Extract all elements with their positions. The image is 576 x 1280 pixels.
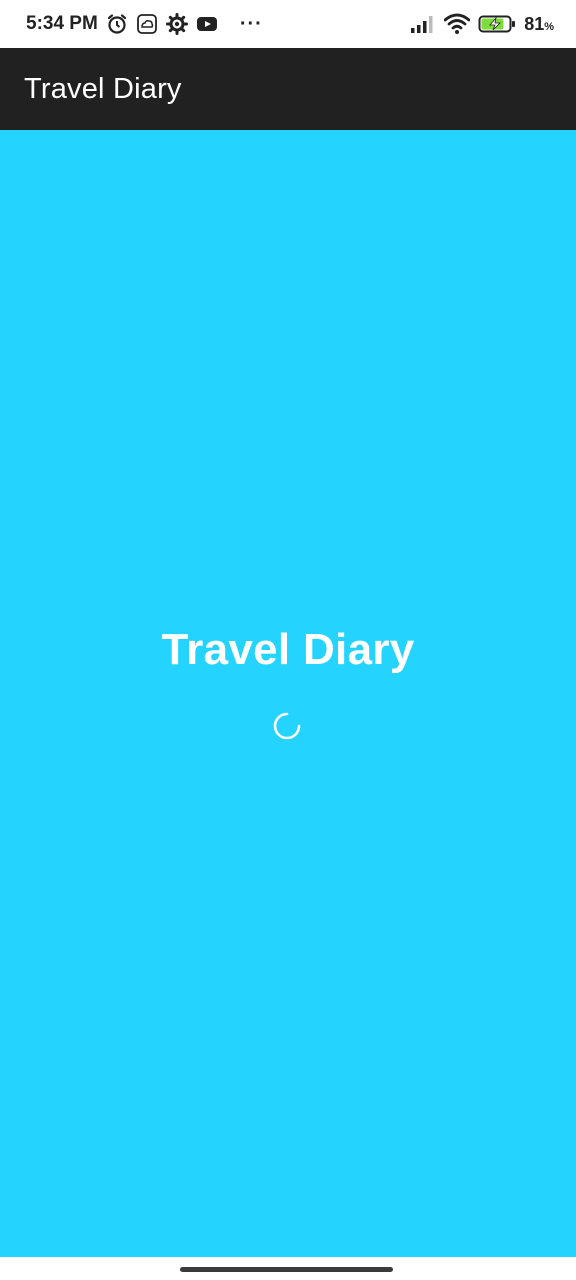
loading-spinner-icon <box>273 712 301 740</box>
status-bar: 5:34 PM ··· 81% <box>0 0 576 48</box>
navigation-bar <box>0 1257 576 1280</box>
youtube-icon <box>196 13 218 35</box>
app-bar: Travel Diary <box>0 48 576 130</box>
splash-title: Travel Diary <box>161 625 415 674</box>
status-left: 5:34 PM ··· <box>26 13 263 36</box>
status-time: 5:34 PM <box>26 13 98 34</box>
settings-gear-icon <box>165 13 188 35</box>
status-right: 81% <box>410 13 554 35</box>
splash-screen: Travel Diary <box>0 130 576 1257</box>
app-bar-title: Travel Diary <box>24 72 182 105</box>
battery-charging-icon <box>478 14 516 34</box>
home-indicator[interactable] <box>180 1267 393 1272</box>
alarm-icon <box>106 13 128 35</box>
battery-percent-sign: % <box>544 20 554 33</box>
cloud-icon <box>136 13 158 35</box>
battery-percent-value: 81 <box>524 13 545 34</box>
more-notifications-indicator: ··· <box>239 12 263 35</box>
signal-icon <box>410 14 436 34</box>
battery-percentage: 81% <box>524 14 554 35</box>
wifi-icon <box>444 13 471 35</box>
